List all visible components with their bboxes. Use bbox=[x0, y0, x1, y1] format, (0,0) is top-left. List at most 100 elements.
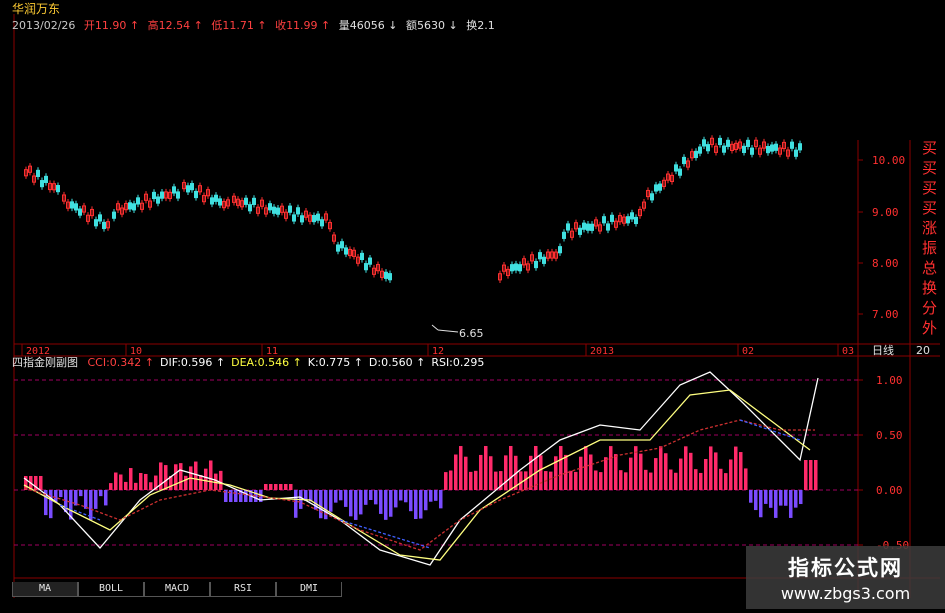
candle bbox=[82, 202, 86, 216]
candle bbox=[356, 254, 360, 267]
candle-body bbox=[626, 216, 630, 224]
candle bbox=[136, 194, 140, 208]
histogram-bar bbox=[204, 468, 208, 490]
candle bbox=[120, 204, 124, 218]
candle bbox=[40, 177, 44, 190]
histogram-bar bbox=[79, 490, 83, 497]
candle bbox=[750, 145, 754, 158]
candle bbox=[160, 188, 164, 202]
candle bbox=[590, 221, 594, 234]
histogram-bar bbox=[174, 464, 178, 490]
histogram-bar bbox=[489, 456, 493, 490]
candle-body bbox=[798, 143, 802, 151]
stock-name: 华润万东 bbox=[12, 2, 61, 16]
tab-rsi[interactable]: RSI bbox=[210, 582, 276, 597]
histogram-bar bbox=[84, 490, 88, 509]
histogram-bar bbox=[794, 490, 798, 508]
candle bbox=[74, 200, 78, 214]
candle-body bbox=[268, 203, 272, 211]
candle bbox=[102, 219, 106, 232]
high-value: 12.54 bbox=[158, 19, 191, 32]
candle-body bbox=[726, 139, 730, 147]
candle-body bbox=[610, 214, 614, 222]
candle bbox=[502, 262, 506, 275]
histogram-bar bbox=[439, 490, 443, 509]
candle bbox=[542, 254, 546, 267]
histogram-bar bbox=[584, 446, 588, 490]
candle bbox=[128, 199, 132, 213]
candle bbox=[670, 172, 674, 185]
candle-body bbox=[156, 196, 160, 204]
histogram-bar bbox=[354, 490, 358, 520]
histogram-bar bbox=[124, 481, 128, 490]
candle bbox=[56, 182, 60, 195]
indicator-d: D:0.560 ↑ bbox=[368, 356, 426, 369]
candle bbox=[550, 248, 554, 262]
histogram-bar bbox=[459, 446, 463, 490]
candle-body bbox=[102, 221, 106, 230]
indicator-rsi: RSI:0.295 bbox=[431, 356, 485, 369]
dif-line-blue-2 bbox=[339, 519, 431, 549]
histogram-bar bbox=[359, 490, 363, 515]
candle-body bbox=[602, 216, 606, 224]
tab-boll[interactable]: BOLL bbox=[78, 582, 144, 597]
candle-body bbox=[292, 214, 296, 222]
histogram-bar bbox=[454, 454, 458, 490]
candle bbox=[734, 140, 738, 153]
candle-body bbox=[702, 139, 706, 147]
candle bbox=[24, 166, 28, 179]
candle bbox=[152, 189, 156, 202]
candle bbox=[28, 163, 32, 176]
candle-body bbox=[128, 202, 132, 210]
candle bbox=[574, 219, 578, 232]
histogram-bar bbox=[804, 460, 808, 490]
histogram-bar bbox=[559, 446, 563, 490]
chart-window: 10.00 9.00 8.00 7.00 2012 10 11 12 2013 02 03 日线 20 6… bbox=[0, 0, 945, 609]
histogram-bar bbox=[814, 460, 818, 490]
histogram-bar bbox=[574, 471, 578, 490]
candle bbox=[634, 214, 638, 227]
candle bbox=[304, 208, 308, 221]
histogram-bar bbox=[434, 490, 438, 501]
candle bbox=[132, 200, 136, 214]
candle-body bbox=[218, 198, 222, 206]
candle-body bbox=[674, 164, 678, 172]
candle-body bbox=[132, 203, 136, 211]
candle bbox=[778, 144, 782, 158]
watermark-title: 指标公式网 bbox=[788, 556, 903, 580]
histogram-bar bbox=[684, 446, 688, 490]
candle-body bbox=[746, 139, 750, 147]
candle bbox=[202, 192, 206, 205]
candle bbox=[66, 198, 70, 212]
candle bbox=[328, 219, 332, 232]
chart-canvas[interactable]: 10.009.008.007.002012 10 11 12 2013 02 03 日线 206… bbox=[0, 0, 945, 609]
candle bbox=[264, 204, 268, 218]
histogram-bar bbox=[219, 470, 223, 490]
candle-body bbox=[172, 186, 176, 194]
histogram-bar bbox=[114, 472, 118, 490]
tab-ma[interactable]: MA bbox=[12, 582, 78, 597]
candle-body bbox=[112, 211, 116, 219]
candle bbox=[522, 255, 526, 268]
period-label: 日线 bbox=[872, 343, 894, 357]
candle bbox=[388, 270, 392, 283]
time-tick-label: 02 bbox=[742, 346, 754, 357]
tab-dmi[interactable]: DMI bbox=[276, 582, 342, 597]
candle-body bbox=[558, 246, 562, 254]
candle-body bbox=[312, 215, 316, 223]
candle-body bbox=[682, 156, 686, 165]
tab-macd[interactable]: MACD bbox=[144, 582, 210, 597]
candle bbox=[140, 200, 144, 213]
candle bbox=[384, 269, 388, 282]
histogram-bar bbox=[59, 490, 63, 498]
side-label: 总 bbox=[921, 259, 937, 277]
histogram-bar bbox=[134, 482, 138, 490]
candle-body bbox=[368, 257, 372, 265]
histogram-bar bbox=[769, 490, 773, 508]
candle bbox=[284, 209, 288, 222]
candle-body bbox=[538, 252, 542, 260]
histogram-bar bbox=[419, 490, 423, 519]
histogram-bar bbox=[274, 484, 278, 490]
candle-body bbox=[650, 193, 654, 201]
open-value: 11.90 bbox=[94, 19, 127, 32]
